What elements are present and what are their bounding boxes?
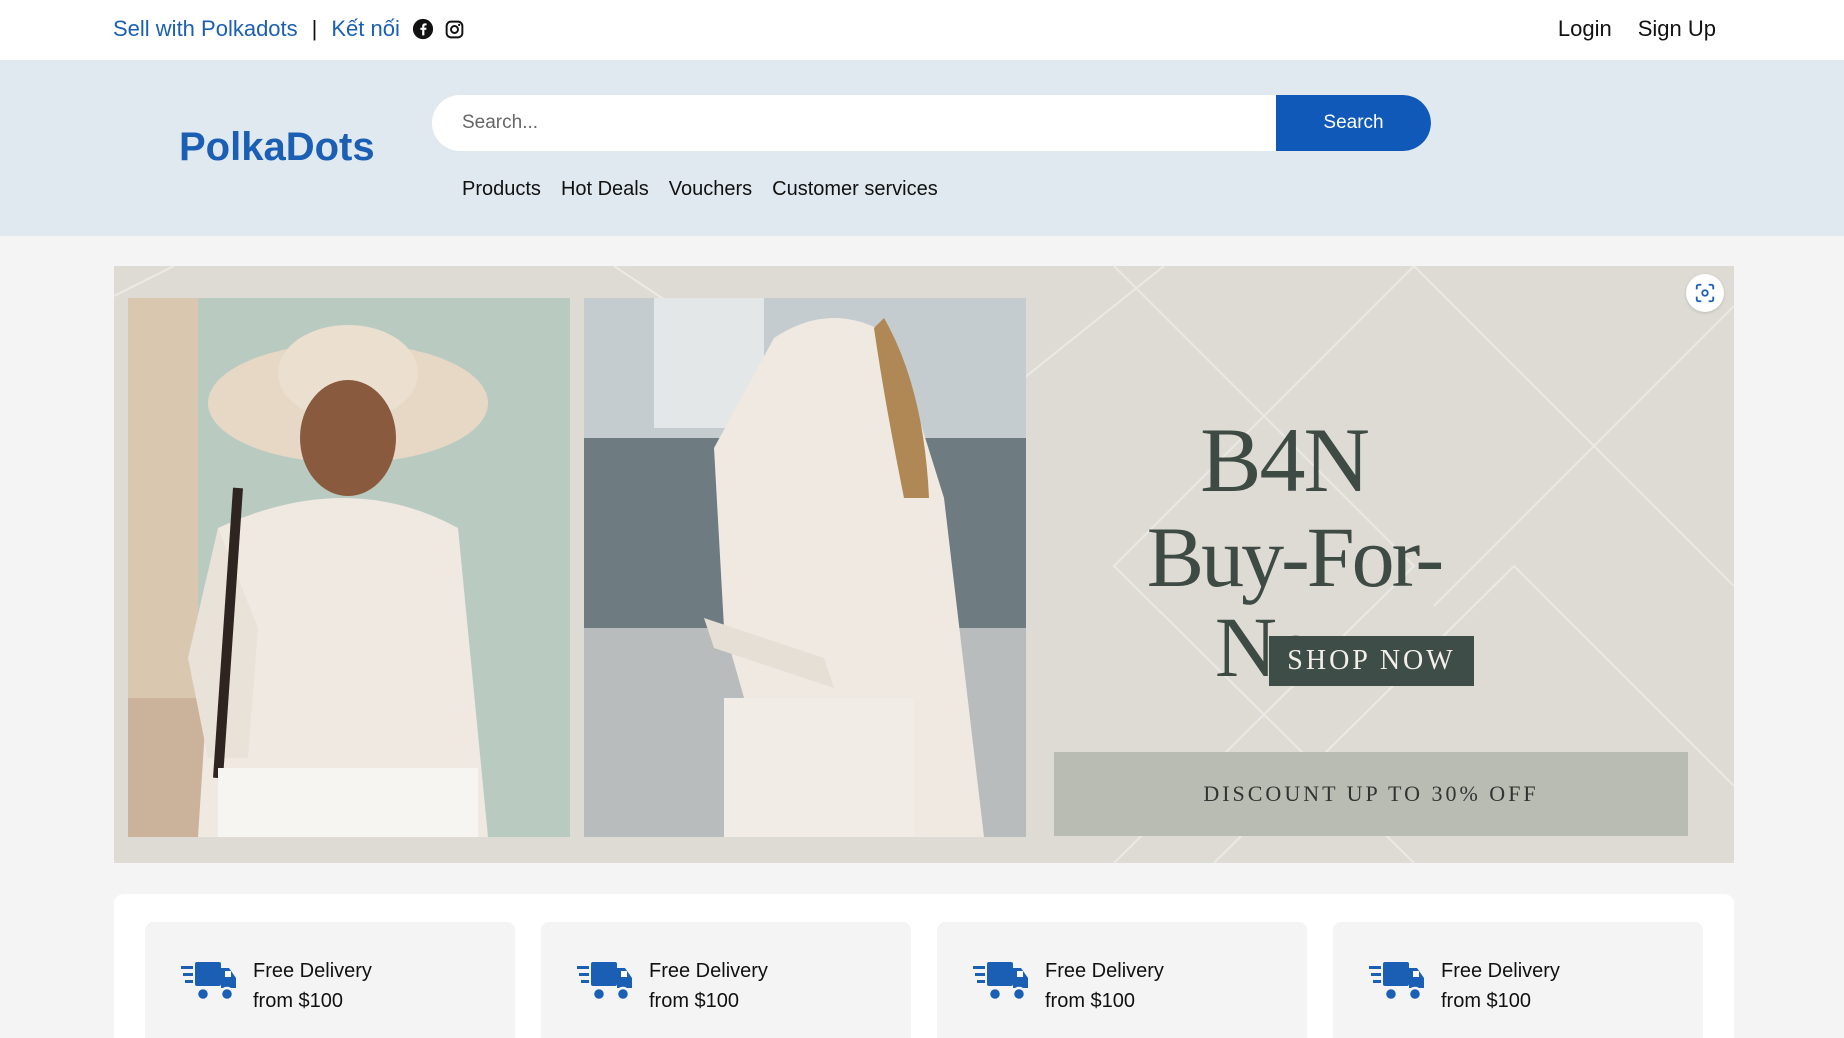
main-nav: Products Hot Deals Vouchers Customer ser… [462,178,938,201]
sell-with-polkadots-link[interactable]: Sell with Polkadots [113,16,298,42]
nav-item-vouchers[interactable]: Vouchers [669,178,752,201]
login-link[interactable]: Login [1558,16,1612,42]
delivery-truck-icon [1369,962,1424,1002]
site-logo[interactable]: PolkaDots [179,125,375,170]
separator: | [311,16,318,41]
feature-text: Free Delivery from $100 [649,956,768,1016]
feature-card: Free Delivery from $100 [1333,922,1703,1038]
shop-now-button[interactable]: SHOP NOW [1269,636,1474,686]
feature-card: Free Delivery from $100 [145,922,515,1038]
feature-subtitle: from $100 [1045,990,1136,1012]
social-links [412,18,465,40]
feature-card: Free Delivery from $100 [937,922,1307,1038]
model-photo-turtleneck [584,298,1026,837]
feature-text: Free Delivery from $100 [1441,956,1560,1016]
nav-item-customer-services[interactable]: Customer services [772,178,938,201]
visual-search-icon[interactable] [1686,274,1724,312]
facebook-icon[interactable] [412,18,434,40]
feature-title: Free Delivery [649,960,768,982]
search-input[interactable] [432,95,1276,151]
connect-label: Kết nối [331,16,400,41]
feature-subtitle: from $100 [649,990,740,1012]
feature-card: Free Delivery from $100 [541,922,911,1038]
nav-item-hot-deals[interactable]: Hot Deals [561,178,649,201]
feature-title: Free Delivery [1441,960,1560,982]
feature-text: Free Delivery from $100 [253,956,372,1016]
model-photo-hat [128,298,570,837]
features-section: Free Delivery from $100 Free Delivery fr… [114,894,1734,1038]
feature-title: Free Delivery [253,960,372,982]
instagram-icon[interactable] [444,19,465,40]
signup-link[interactable]: Sign Up [1638,16,1716,42]
discount-label: DISCOUNT UP TO 30% OFF [1054,752,1688,836]
top-bar: Sell with Polkadots | Kết nối Login Sign… [0,0,1844,60]
site-header: PolkaDots Search Products Hot Deals Vouc… [0,60,1844,236]
delivery-truck-icon [973,962,1028,1002]
delivery-truck-icon [181,962,236,1002]
search-bar: Search [432,95,1431,151]
top-bar-left: Sell with Polkadots | Kết nối [113,16,465,42]
banner-brand: B4N [1200,409,1370,511]
auth-links: Login Sign Up [1558,16,1716,42]
delivery-truck-icon [577,962,632,1002]
feature-subtitle: from $100 [253,990,344,1012]
feature-subtitle: from $100 [1441,990,1532,1012]
feature-text: Free Delivery from $100 [1045,956,1164,1016]
nav-item-products[interactable]: Products [462,178,541,201]
feature-title: Free Delivery [1045,960,1164,982]
hero-banner[interactable]: B4N Buy-For-Now SHOP NOW DISCOUNT UP TO … [114,266,1734,863]
search-button[interactable]: Search [1276,95,1431,151]
